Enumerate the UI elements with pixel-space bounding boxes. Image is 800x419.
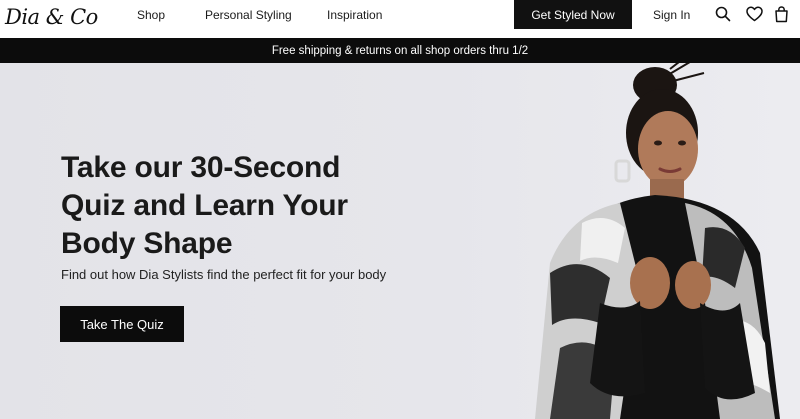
search-icon[interactable] — [714, 5, 732, 23]
take-the-quiz-button[interactable]: Take The Quiz — [60, 306, 184, 342]
get-styled-now-button[interactable]: Get Styled Now — [514, 0, 632, 29]
hero-title-line: Quiz and Learn Your — [61, 189, 348, 222]
top-navigation: Dia & Co Shop Personal Styling Inspirati… — [0, 0, 800, 38]
hero-section: Take our 30-Second Quiz and Learn Your B… — [0, 63, 800, 419]
shopping-bag-icon[interactable] — [772, 5, 790, 23]
nav-link-inspiration[interactable]: Inspiration — [327, 8, 382, 22]
brand-logo[interactable]: Dia & Co — [5, 5, 98, 29]
promo-banner: Free shipping & returns on all shop orde… — [0, 38, 800, 63]
hero-title-line: Body Shape — [61, 227, 233, 260]
hero-model-image — [535, 63, 780, 419]
hero-title: Take our 30-Second Quiz and Learn Your B… — [61, 149, 401, 263]
nav-link-shop[interactable]: Shop — [137, 8, 165, 22]
hero-title-line: Take our 30-Second — [61, 151, 341, 184]
hero-subtitle: Find out how Dia Stylists find the perfe… — [61, 267, 387, 282]
sign-in-link[interactable]: Sign In — [653, 8, 690, 22]
nav-link-personal-styling[interactable]: Personal Styling — [205, 8, 292, 22]
heart-icon[interactable] — [745, 5, 763, 23]
